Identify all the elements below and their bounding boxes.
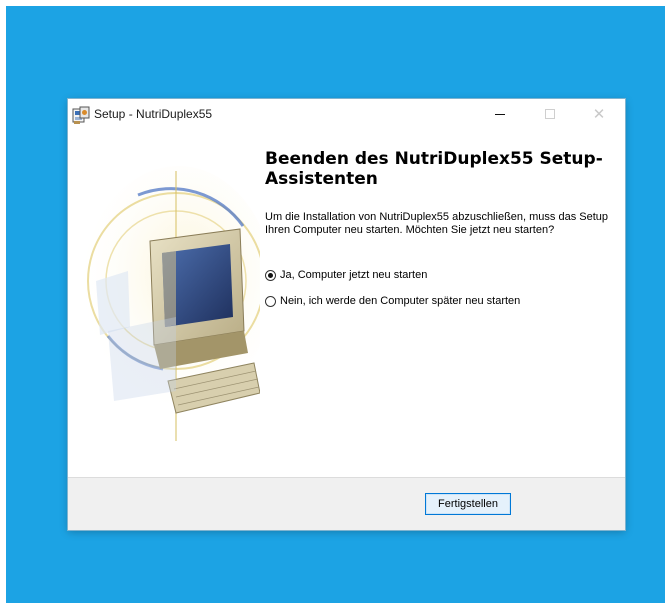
maximize-button[interactable]: [527, 99, 573, 129]
finish-button[interactable]: Fertigstellen: [425, 493, 511, 515]
maximize-icon: [545, 109, 555, 119]
radio-button-unselected[interactable]: [265, 295, 276, 307]
minimize-button[interactable]: [477, 99, 523, 129]
wizard-side-image: [83, 166, 260, 441]
restart-now-option[interactable]: Ja, Computer jetzt neu starten: [265, 269, 427, 281]
close-button[interactable]: ✕: [576, 99, 622, 129]
wizard-footer: Fertigstellen: [68, 478, 625, 530]
window-title: Setup - NutriDuplex55: [94, 107, 213, 121]
wizard-description: Um die Installation von NutriDuplex55 ab…: [265, 211, 609, 236]
title-bar[interactable]: Setup - NutriDuplex55 ✕: [68, 99, 625, 131]
restart-now-label: Ja, Computer jetzt neu starten: [280, 269, 428, 281]
restart-later-option[interactable]: Nein, ich werde den Computer später neu …: [265, 295, 520, 307]
setup-installer-icon: [72, 106, 90, 124]
minimize-icon: [495, 113, 505, 115]
setup-wizard-window: Setup - NutriDuplex55 ✕ Beenden des Nutr…: [68, 99, 625, 530]
desktop-background: Setup - NutriDuplex55 ✕ Beenden des Nutr…: [6, 6, 665, 603]
radio-dot: [268, 272, 273, 278]
restart-later-label: Nein, ich werde den Computer später neu …: [280, 295, 521, 307]
radio-button-selected[interactable]: [265, 269, 276, 281]
close-icon: ✕: [592, 104, 606, 123]
wizard-heading: Beenden des NutriDuplex55 Setup-Assisten…: [265, 149, 603, 189]
